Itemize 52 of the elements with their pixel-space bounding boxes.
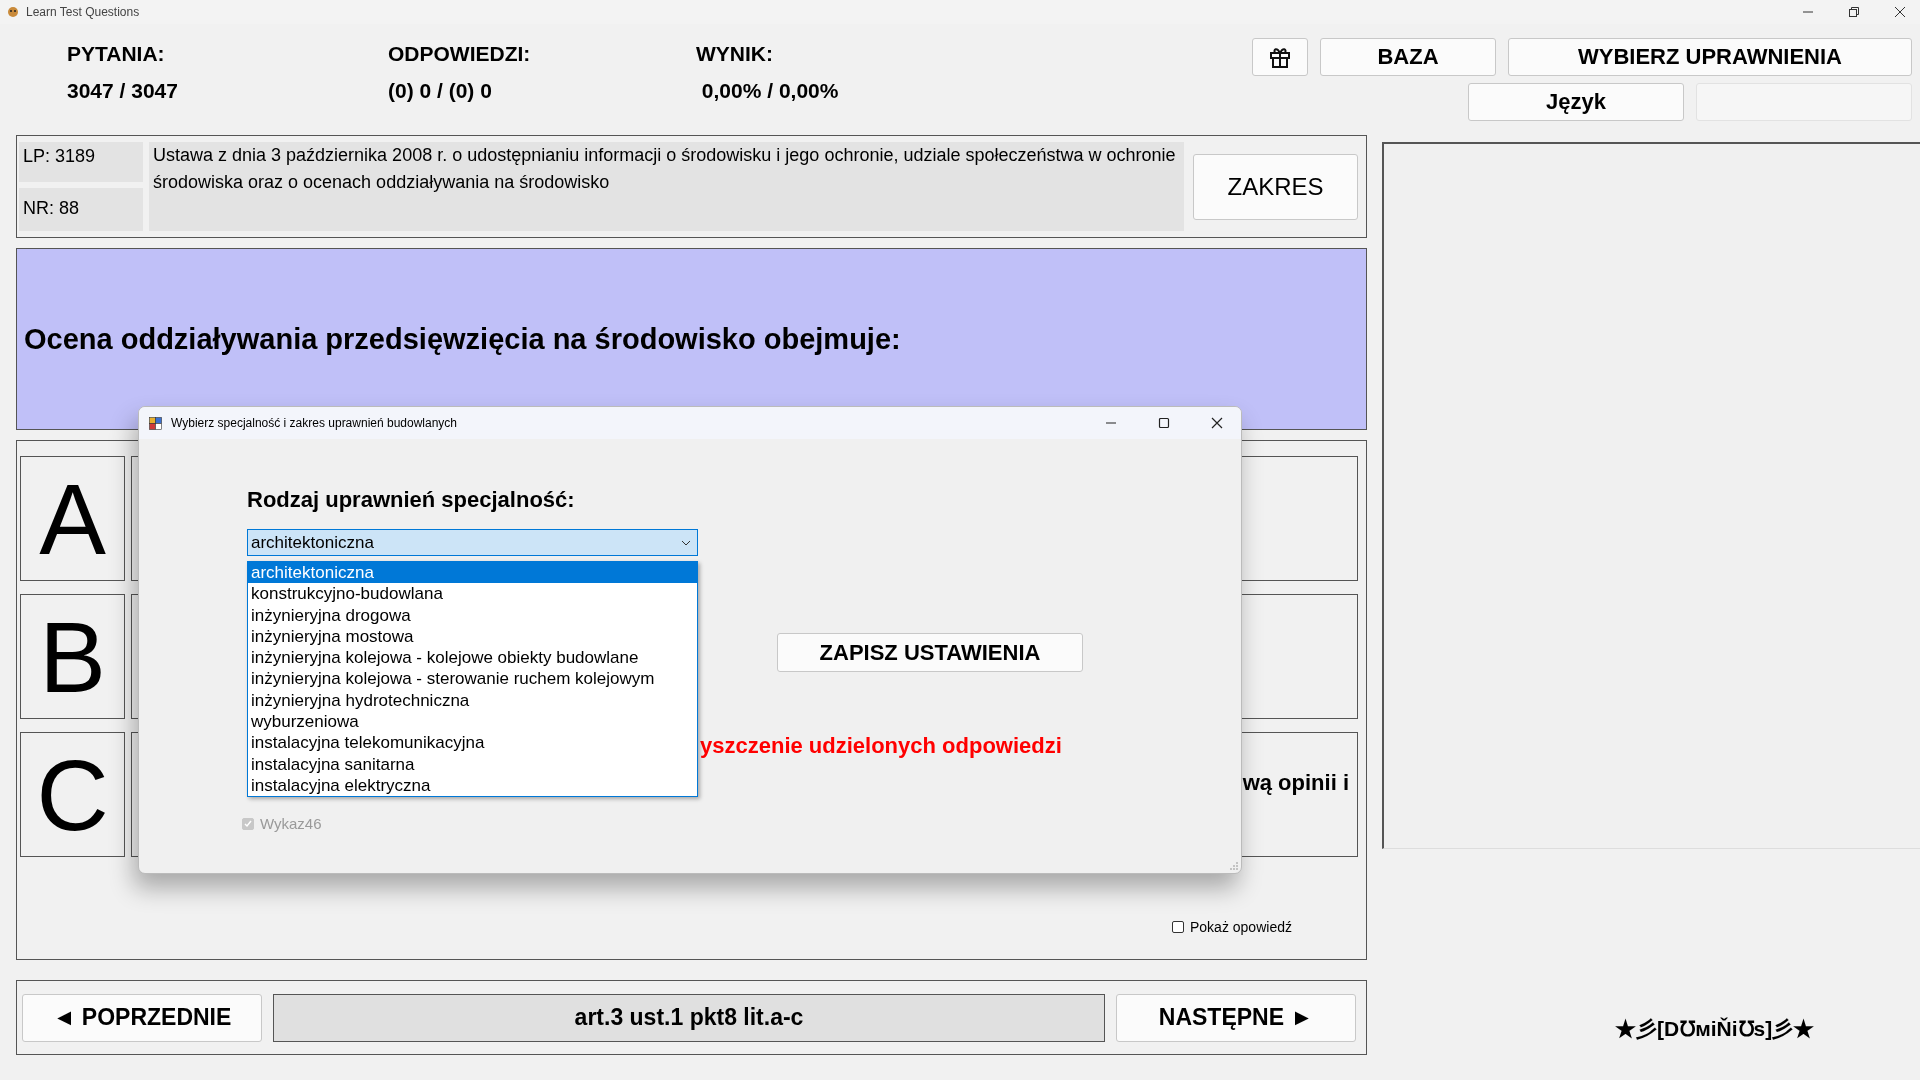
close-icon[interactable] xyxy=(1894,6,1906,18)
dropdown-option[interactable]: wyburzeniowa xyxy=(248,711,697,733)
stat-label: WYNIK: xyxy=(696,42,774,66)
chevron-icon xyxy=(681,539,691,546)
gift-icon xyxy=(1269,46,1291,68)
specialty-label: Rodzaj uprawnień specjalność: xyxy=(247,487,576,513)
save-settings-button[interactable]: ZAPISZ USTAWIENIA xyxy=(777,633,1083,672)
source-text: Ustawa z dnia 3 października 2008 r. o udostępnianiu informacji o środowisku i jego ochronie, udziale społeczeństwa w ochronie środowiska oraz o ocenach oddziaływania na środowisko xyxy=(149,142,1184,231)
resize-grip-icon[interactable] xyxy=(1230,862,1238,870)
next-button[interactable]: NASTĘPNE ► xyxy=(1116,993,1356,1042)
show-answer-checkbox[interactable] xyxy=(1172,921,1184,933)
stat-value: 0,00% / 0,00% xyxy=(700,78,839,104)
scope-button[interactable]: ZAKRES xyxy=(1193,153,1358,220)
dropdown-option[interactable]: instalacyjna elektryczna xyxy=(248,774,697,797)
gift-button[interactable] xyxy=(1252,38,1308,76)
close-icon[interactable] xyxy=(1211,417,1223,429)
dropdown-option[interactable]: inżynieryjna kolejowa - sterowanie ruchem kolejowym xyxy=(248,668,697,690)
signature: ★彡[D℧мiŇi℧s]彡★ xyxy=(1615,1016,1816,1042)
toolbar-button[interactable]: BAZA xyxy=(1320,38,1496,76)
dialog-icon xyxy=(149,416,162,430)
dropdown-option[interactable]: inżynieryjna mostowa xyxy=(248,625,697,648)
stat-value: 3047 / 3047 xyxy=(67,78,179,104)
dropdown-option[interactable]: instalacyjna telekomunikacyjna xyxy=(248,732,697,754)
stat-value: (0) 0 / (0) 0 xyxy=(388,78,493,104)
answer-letter: C xyxy=(20,732,125,857)
dropdown-option[interactable]: inżynieryjna hydrotechniczna xyxy=(248,689,697,712)
dropdown-option[interactable]: architektoniczna xyxy=(248,562,697,584)
answer-letter: A xyxy=(20,456,125,581)
lp-number: LP: 3189 xyxy=(19,142,143,182)
stat-label: PYTANIA: xyxy=(67,42,166,66)
maximize-icon[interactable] xyxy=(1158,417,1170,429)
specialty-dropdown[interactable]: architektoniczna xyxy=(247,529,698,556)
window-title: Learn Test Questions xyxy=(26,5,140,19)
checkbox-label: Wykaz46 xyxy=(260,815,322,832)
dropdown-option[interactable]: instalacyjna sanitarna xyxy=(248,753,697,775)
dropdown-option[interactable]: konstrukcyjno-budowlana xyxy=(248,583,697,605)
dialog-title: Wybierz specjalność i zakres uprawnień budowlanych xyxy=(171,416,458,430)
dropdown-option[interactable]: inżynieryjna kolejowa - kolejowe obiekty budowlane xyxy=(248,647,697,669)
previous-button[interactable]: ◄ POPRZEDNIE xyxy=(22,993,262,1042)
question-number: NR: 88 xyxy=(19,188,143,231)
stat-label: ODPOWIEDZI: xyxy=(388,42,532,66)
answer-letter: B xyxy=(20,594,125,719)
restore-icon[interactable] xyxy=(1848,6,1860,18)
reference-text: art.3 ust.1 pkt8 lit.a-c xyxy=(273,993,1105,1042)
toolbar-button[interactable]: WYBIERZ UPRAWNIENIA xyxy=(1508,38,1912,76)
warning-text: yszczenie udzielonych odpowiedzi xyxy=(700,733,1062,759)
language-button[interactable]: Język xyxy=(1468,83,1684,121)
show-answer-label: Pokaż opowiedź xyxy=(1190,919,1292,935)
app-icon xyxy=(6,5,20,19)
dropdown-option[interactable]: inżynieryjna drogowa xyxy=(248,604,697,626)
answer-text: wą opinii i xyxy=(1242,769,1349,796)
question-text: Ocena oddziaływania przedsięwzięcia na środowisko obejmuje: xyxy=(24,322,901,356)
